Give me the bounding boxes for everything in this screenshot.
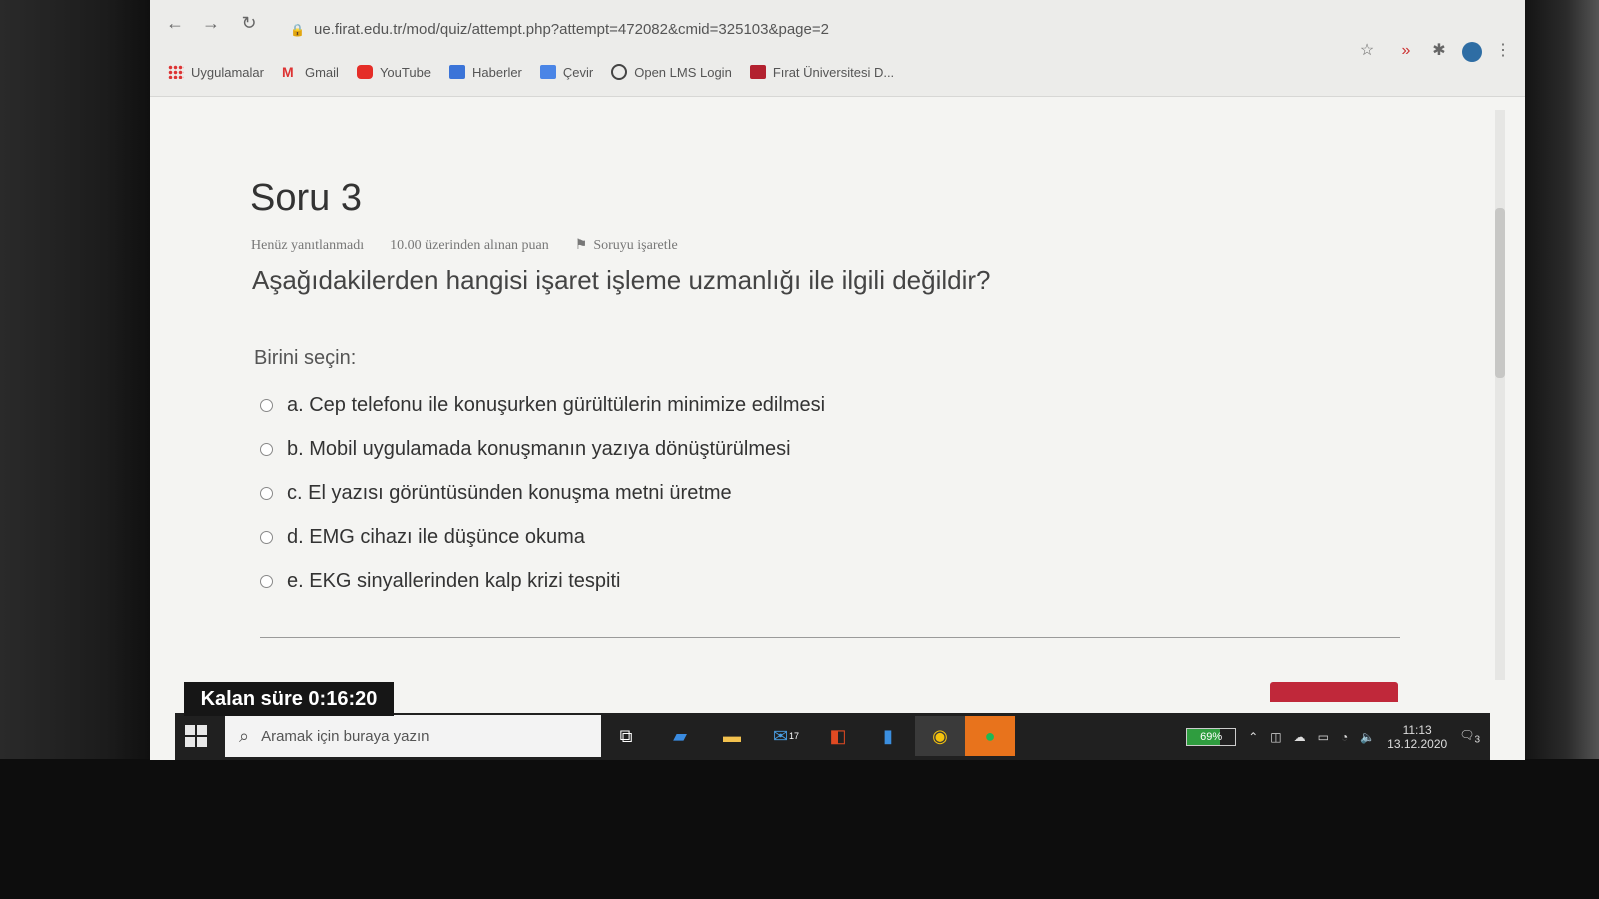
lock-icon: 🔒 xyxy=(290,23,305,37)
mail-badge: 17 xyxy=(789,731,800,741)
radio-button[interactable] xyxy=(260,486,273,500)
network-icon[interactable]: ◫ xyxy=(1270,730,1281,744)
forward-icon[interactable]: → xyxy=(200,12,222,34)
avatar[interactable] xyxy=(1462,42,1482,62)
answer-prompt: Birini seçin: xyxy=(254,347,357,369)
flag-question-label: Soruyu işaretle xyxy=(593,237,678,253)
bookmark-label: Çevir xyxy=(562,64,594,80)
option-label: a. Cep telefonu ile konuşurken gürültüle… xyxy=(287,393,826,416)
question-info: Henüz yanıtlanmadı 10.00 üzerinden alına… xyxy=(251,237,678,254)
phone-app-icon[interactable]: ▮ xyxy=(873,721,903,751)
bookmark-label: Fırat Üniversitesi D... xyxy=(772,64,895,80)
option-a[interactable]: a. Cep telefonu ile konuşurken gürültüle… xyxy=(260,383,825,427)
bookmark-youtube[interactable]: YouTube xyxy=(356,64,432,80)
browser-toolbar: ← → ↻ 🔒 ue.firat.edu.tr/mod/quiz/attempt.… xyxy=(150,0,1525,97)
bookmark-label: Open LMS Login xyxy=(634,64,732,80)
option-label: e. EKG sinyallerinden kalp krizi tespiti xyxy=(287,569,621,592)
question-number: Soru 3 xyxy=(250,177,362,219)
option-b[interactable]: b. Mobil uygulamada konuşmanın yazıya dö… xyxy=(260,427,825,471)
flag-icon: ⚑ xyxy=(574,238,588,253)
answer-options: a. Cep telefonu ile konuşurken gürültüle… xyxy=(260,383,825,603)
question-points: 10.00 üzerinden alınan puan xyxy=(390,237,549,253)
battery-icon[interactable]: ▭ xyxy=(1318,730,1329,744)
news-icon xyxy=(449,65,466,79)
battery-indicator[interactable]: 69% xyxy=(1186,728,1237,746)
bookmark-firat[interactable]: Fırat Üniversitesi D... xyxy=(749,64,895,80)
option-label: d. EMG cihazı ile düşünce okuma xyxy=(287,525,585,548)
globe-icon xyxy=(611,64,628,80)
quiz-page: Soru 3 Henüz yanıtlanmadı 10.00 üzerinde… xyxy=(150,97,1525,760)
question-text: Aşağıdakilerden hangisi işaret işleme uz… xyxy=(252,265,991,295)
radio-button[interactable] xyxy=(260,530,273,544)
bookmark-open-lms[interactable]: Open LMS Login xyxy=(611,64,732,80)
chrome-icon[interactable]: ◉ xyxy=(915,716,965,756)
gmail-icon: M xyxy=(281,64,294,80)
remaining-time: Kalan süre 0:16:20 xyxy=(184,682,394,716)
translate-icon xyxy=(539,65,556,79)
bookmark-apps[interactable]: Uygulamalar xyxy=(168,65,264,80)
url-text: ue.firat.edu.tr/mod/quiz/attempt.php?att… xyxy=(314,21,829,38)
bookmark-label: YouTube xyxy=(379,64,432,80)
address-bar[interactable]: 🔒 ue.firat.edu.tr/mod/quiz/attempt.php?at… xyxy=(290,16,1290,44)
next-page-button[interactable] xyxy=(1270,682,1398,702)
cloud-icon[interactable]: ☁ xyxy=(1294,730,1306,744)
taskbar-search-input[interactable]: ⌕ Aramak için buraya yazın xyxy=(225,715,601,757)
bookmarks-bar: Uygulamalar M Gmail YouTube Haberler Çev… xyxy=(168,60,894,84)
bookmark-label: Gmail xyxy=(304,64,339,80)
bookmark-haberler[interactable]: Haberler xyxy=(449,65,522,80)
monitor-bezel-bottom xyxy=(0,759,1599,899)
notification-icon[interactable]: 🗨3 xyxy=(1459,728,1480,745)
radio-button[interactable] xyxy=(260,398,273,412)
youtube-icon xyxy=(356,65,373,79)
bookmark-label: Uygulamalar xyxy=(191,64,264,80)
flag-question-link[interactable]: ⚑ Soruyu işaretle xyxy=(575,237,678,254)
clock-time: 11:13 xyxy=(1402,723,1432,737)
radio-button[interactable] xyxy=(260,574,273,588)
answer-status: Henüz yanıtlanmadı xyxy=(251,237,365,253)
file-explorer-icon[interactable]: ▬ xyxy=(717,721,747,751)
option-c[interactable]: c. El yazısı görüntüsünden konuşma metni… xyxy=(260,471,825,515)
office-icon[interactable]: ◧ xyxy=(823,721,853,751)
star-icon[interactable]: ☆ xyxy=(1356,40,1378,62)
clock-date: 13.12.2020 xyxy=(1387,737,1448,751)
spotify-icon[interactable]: ● xyxy=(965,716,1015,756)
search-icon: ⌕ xyxy=(239,725,250,746)
notification-count: 3 xyxy=(1474,734,1480,746)
system-tray: 69% ⌃ ◫ ☁ ▭ ◔ 🔈 11:13 13.12.2020 🗨3 xyxy=(1186,717,1480,757)
mail-icon[interactable]: ✉ 17 xyxy=(771,721,801,751)
radio-button[interactable] xyxy=(260,442,273,456)
bookmark-label: Haberler xyxy=(472,64,522,80)
chevron-up-icon[interactable]: ⌃ xyxy=(1248,730,1258,744)
option-d[interactable]: d. EMG cihazı ile düşünce okuma xyxy=(260,515,825,559)
scrollbar[interactable] xyxy=(1495,110,1505,680)
windows-taskbar: ⌕ Aramak için buraya yazın ⧉ ▰ ▬ ✉ 17 ◧ ▮… xyxy=(175,713,1490,760)
option-e[interactable]: e. EKG sinyallerinden kalp krizi tespiti xyxy=(260,559,825,603)
windows-start-icon[interactable] xyxy=(185,725,207,747)
app-icon[interactable]: ▰ xyxy=(665,721,695,751)
reload-icon[interactable]: ↻ xyxy=(238,12,260,34)
divider xyxy=(260,637,1400,638)
battery-percent: 69% xyxy=(1200,731,1223,743)
clock[interactable]: 11:13 13.12.2020 xyxy=(1387,723,1447,751)
firat-logo-icon xyxy=(749,65,766,79)
back-icon[interactable]: ← xyxy=(164,12,186,34)
extensions-overflow-icon[interactable]: » xyxy=(1395,40,1417,62)
scroll-thumb[interactable] xyxy=(1495,208,1505,378)
option-label: c. El yazısı görüntüsünden konuşma metni… xyxy=(287,481,732,504)
volume-icon[interactable]: 🔈 xyxy=(1360,730,1375,744)
bookmark-gmail[interactable]: M Gmail xyxy=(282,65,339,80)
task-view-icon[interactable]: ⧉ xyxy=(611,721,641,751)
browser-window: ← → ↻ 🔒 ue.firat.edu.tr/mod/quiz/attempt.… xyxy=(150,0,1525,760)
puzzle-icon[interactable]: ✱ xyxy=(1428,40,1450,62)
apps-grid-icon xyxy=(168,65,184,79)
search-placeholder: Aramak için buraya yazın xyxy=(261,727,430,745)
bookmark-cevir[interactable]: Çevir xyxy=(539,64,594,80)
menu-icon[interactable]: ⋮ xyxy=(1492,40,1514,62)
option-label: b. Mobil uygulamada konuşmanın yazıya dö… xyxy=(287,437,791,460)
wifi-icon[interactable]: ◔ xyxy=(1341,730,1348,744)
